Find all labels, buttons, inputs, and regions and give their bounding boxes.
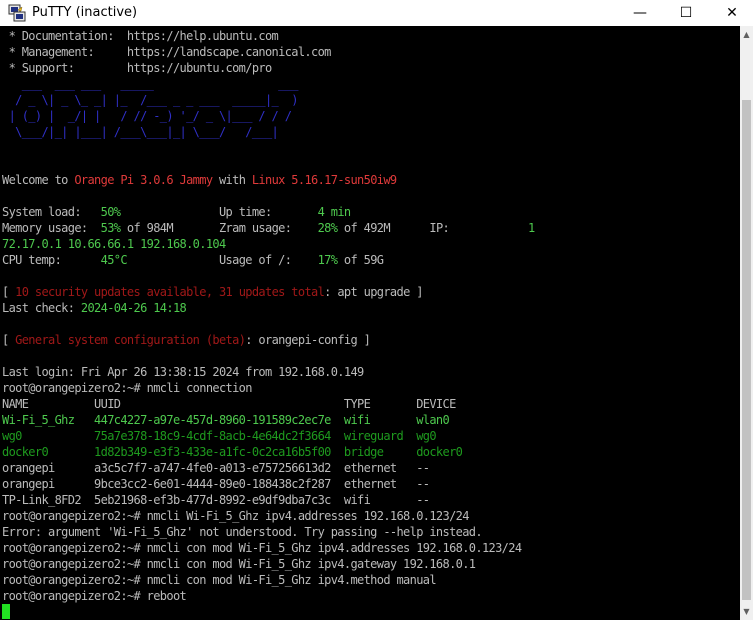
terminal-text: 45°C — [100, 253, 128, 267]
terminal-line: | (_) | _/| | / // -_) '_/ _ \|___ / / / — [2, 108, 292, 124]
terminal-text: Orange Pi 3.0.6 Jammy — [74, 173, 213, 187]
terminal-line: NAME UUID TYPE DEVICE — [2, 396, 456, 412]
terminal-line: / _ \| _ \_ _| |_ /___ _ _ ___ _____|_ ) — [2, 92, 298, 108]
terminal-text: System load: — [2, 205, 101, 219]
terminal-text: 4 min — [317, 205, 352, 219]
terminal-text: [ — [2, 285, 16, 299]
terminal-text: Linux 5.16.17-sun50iw9 — [251, 173, 397, 187]
terminal-text: 50% — [100, 205, 121, 219]
terminal-text: CPU temp: — [2, 253, 101, 267]
terminal-text: Usage of /: — [126, 253, 318, 267]
terminal-text: * Management: https://landscape.canonica… — [2, 45, 332, 59]
terminal-text: root@orangepizero2:~# nmcli con mod Wi-F… — [2, 541, 522, 555]
terminal-text: 28% — [317, 221, 338, 235]
terminal-text: root@orangepizero2:~# nmcli connection — [2, 381, 252, 395]
terminal-text: 2024-04-26 14:18 — [80, 301, 187, 315]
terminal-text: Welcome to — [2, 173, 75, 187]
terminal-text: 72.17.0.1 10.66.66.1 192.168.0.104 — [2, 237, 226, 251]
terminal-text: docker0 1d82b349-e3f3-433e-a1fc-0c2ca16b… — [2, 445, 463, 459]
terminal-screen[interactable]: * Documentation: https://help.ubuntu.com… — [0, 26, 740, 620]
terminal-text: Up time: — [120, 205, 318, 219]
terminal-line: root@orangepizero2:~# nmcli Wi-Fi_5_Ghz … — [2, 508, 469, 524]
terminal-text: * Support: https://ubuntu.com/pro — [2, 61, 273, 75]
putty-icon — [8, 4, 26, 22]
terminal-line: ___ ___ ___ _____ ___ — [2, 76, 299, 92]
terminal-text: 17% — [317, 253, 338, 267]
terminal-text: of 59G — [337, 253, 384, 267]
terminal-text: NAME UUID TYPE DEVICE — [2, 397, 456, 411]
terminal-text: \___/|_| |___| /___\___|_| \___/ /___| — [2, 125, 279, 139]
terminal-text: root@orangepizero2:~# nmcli Wi-Fi_5_Ghz … — [2, 509, 469, 523]
terminal-line: root@orangepizero2:~# nmcli con mod Wi-F… — [2, 540, 522, 556]
terminal-line: root@orangepizero2:~# nmcli con mod Wi-F… — [2, 572, 437, 588]
terminal-text: * Documentation: https://help.ubuntu.com — [2, 29, 279, 43]
terminal-line: Last check: 2024-04-26 14:18 — [2, 300, 187, 316]
terminal-text: 53% — [100, 221, 121, 235]
scroll-down-arrow-icon[interactable]: ▼ — [740, 603, 753, 620]
terminal-text: root@orangepizero2:~# nmcli con mod Wi-F… — [2, 557, 476, 571]
terminal-line: System load: 50% Up time: 4 min — [2, 204, 352, 220]
maximize-icon: ☐ — [679, 5, 693, 21]
terminal-text: 1 — [528, 221, 535, 235]
terminal-line: * Documentation: https://help.ubuntu.com — [2, 28, 279, 44]
terminal-text: root@orangepizero2:~# nmcli con mod Wi-F… — [2, 573, 437, 587]
terminal-text: Last check: — [2, 301, 81, 315]
terminal-text: orangepi a3c5c7f7-a747-4fe0-a013-e757256… — [2, 461, 430, 475]
terminal-text: ___ ___ ___ _____ ___ — [2, 77, 299, 91]
terminal-text: : orangepi-config ] — [245, 333, 371, 347]
title-bar[interactable]: PuTTY (inactive) — ☐ ✕ — [0, 0, 753, 26]
terminal-text: : apt upgrade ] — [324, 285, 423, 299]
scrollbar-thumb[interactable] — [742, 100, 751, 600]
terminal-line: 72.17.0.1 10.66.66.1 192.168.0.104 — [2, 236, 226, 252]
terminal-line: docker0 1d82b349-e3f3-433e-a1fc-0c2ca16b… — [2, 444, 463, 460]
terminal-text: 10 security updates available, 31 update… — [15, 285, 325, 299]
terminal-line: Wi-Fi_5_Ghz 447c4227-a97e-457d-8960-1915… — [2, 412, 450, 428]
terminal-line: orangepi 9bce3cc2-6e01-4444-89e0-188438c… — [2, 476, 430, 492]
close-button[interactable]: ✕ — [709, 0, 753, 26]
terminal-line: Error: argument 'Wi-Fi_5_Ghz' not unders… — [2, 524, 483, 540]
terminal-text: root@orangepizero2:~# reboot — [2, 589, 187, 603]
terminal-text: Last login: Fri Apr 26 13:38:15 2024 fro… — [2, 365, 364, 379]
minimize-button[interactable]: — — [617, 0, 663, 26]
terminal-cursor — [2, 604, 10, 619]
minimize-icon: — — [633, 5, 647, 21]
terminal-text: orangepi 9bce3cc2-6e01-4444-89e0-188438c… — [2, 477, 430, 491]
terminal-line: root@orangepizero2:~# reboot — [2, 588, 187, 604]
putty-window: PuTTY (inactive) — ☐ ✕ * Documentation: … — [0, 0, 753, 620]
terminal-text: TP-Link_8FD2 5eb21968-ef3b-477d-8992-e9d… — [2, 493, 430, 507]
maximize-button[interactable]: ☐ — [663, 0, 709, 26]
terminal-text: Wi-Fi_5_Ghz 447c4227-a97e-457d-8960-1915… — [2, 413, 450, 427]
terminal-line: orangepi a3c5c7f7-a747-4fe0-a013-e757256… — [2, 460, 430, 476]
terminal-line: Welcome to Orange Pi 3.0.6 Jammy with Li… — [2, 172, 397, 188]
terminal-line: * Support: https://ubuntu.com/pro — [2, 60, 273, 76]
terminal-line: * Management: https://landscape.canonica… — [2, 44, 332, 60]
terminal-line: wg0 75a7e378-18c9-4cdf-8acb-4e64dc2f3664… — [2, 428, 437, 444]
terminal-text: Memory usage: — [2, 221, 101, 235]
terminal-text: [ — [2, 333, 16, 347]
close-icon: ✕ — [726, 5, 738, 21]
terminal-text: wg0 75a7e378-18c9-4cdf-8acb-4e64dc2f3664… — [2, 429, 437, 443]
terminal-text: with — [212, 173, 252, 187]
terminal-line: [ General system configuration (beta): o… — [2, 332, 371, 348]
terminal-text: | (_) | _/| | / // -_) '_/ _ \|___ / / / — [2, 109, 292, 123]
terminal-line: root@orangepizero2:~# nmcli connection — [2, 380, 252, 396]
terminal-line: root@orangepizero2:~# nmcli con mod Wi-F… — [2, 556, 476, 572]
window-title: PuTTY (inactive) — [32, 5, 138, 20]
terminal-text: of 492M IP: — [337, 221, 529, 235]
terminal-line: TP-Link_8FD2 5eb21968-ef3b-477d-8992-e9d… — [2, 492, 430, 508]
terminal-line: CPU temp: 45°C Usage of /: 17% of 59G — [2, 252, 384, 268]
terminal-text: of 984M Zram usage: — [120, 221, 318, 235]
terminal-line — [2, 140, 291, 156]
terminal-text: / _ \| _ \_ _| |_ /___ _ _ ___ _____|_ ) — [2, 93, 298, 107]
terminal-line: \___/|_| |___| /___\___|_| \___/ /___| — [2, 124, 279, 140]
terminal-line: [ 10 security updates available, 31 upda… — [2, 284, 423, 300]
terminal-text: Error: argument 'Wi-Fi_5_Ghz' not unders… — [2, 525, 483, 539]
scroll-up-arrow-icon[interactable]: ▲ — [740, 26, 753, 43]
terminal-line: Last login: Fri Apr 26 13:38:15 2024 fro… — [2, 364, 364, 380]
vertical-scrollbar[interactable]: ▲ ▼ — [740, 26, 753, 620]
terminal-line: Memory usage: 53% of 984M Zram usage: 28… — [2, 220, 535, 236]
terminal-text: General system configuration (beta) — [15, 333, 246, 347]
